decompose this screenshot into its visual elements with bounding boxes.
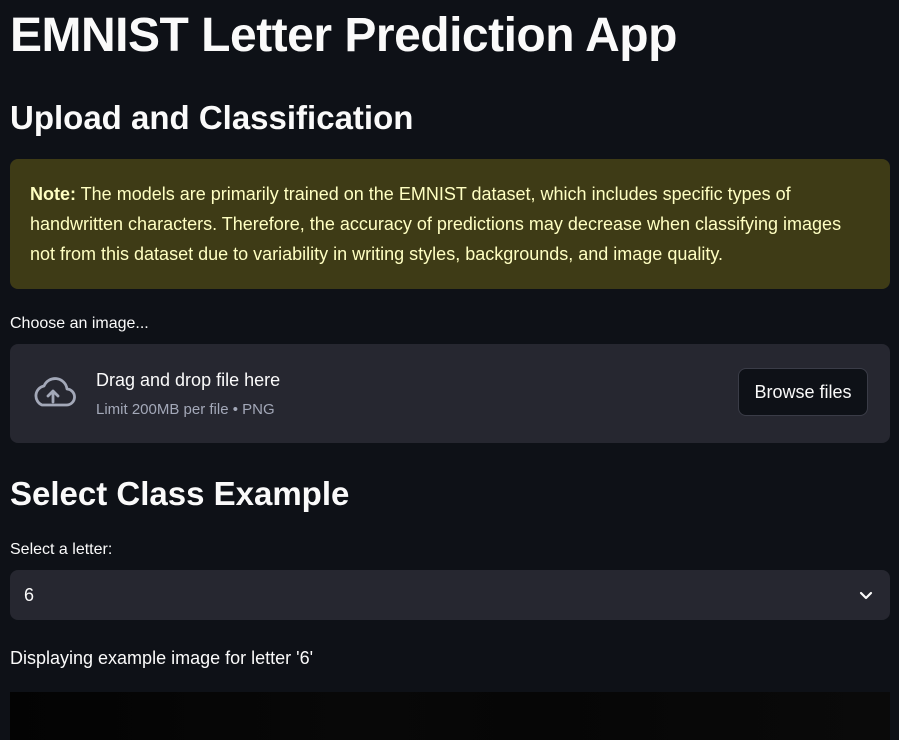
letter-select[interactable]: 6 <box>10 570 890 620</box>
letter-select-value: 6 <box>24 585 35 605</box>
note-label: Note: <box>30 184 76 204</box>
dropzone-title: Drag and drop file here <box>96 370 281 390</box>
upload-heading: Upload and Classification <box>10 99 414 136</box>
file-dropzone[interactable]: Drag and drop file here Limit 200MB per … <box>10 344 890 443</box>
letter-select-label: Select a letter: <box>10 541 113 558</box>
dropzone-limit: Limit 200MB per file • PNG <box>96 401 275 418</box>
example-image <box>10 692 890 740</box>
app-page: EMNIST Letter Prediction App Upload and … <box>0 0 899 740</box>
page-title: EMNIST Letter Prediction App <box>10 9 677 62</box>
class-example-heading: Select Class Example <box>10 475 350 512</box>
cloud-upload-icon <box>34 377 76 407</box>
browse-files-button[interactable]: Browse files <box>738 368 868 416</box>
chevron-down-icon <box>859 591 873 600</box>
warning-note: Note: The models are primarily trained o… <box>10 159 890 289</box>
uploader-label: Choose an image... <box>10 315 149 332</box>
example-caption: Displaying example image for letter '6' <box>10 648 314 668</box>
note-text: The models are primarily trained on the … <box>30 184 842 264</box>
